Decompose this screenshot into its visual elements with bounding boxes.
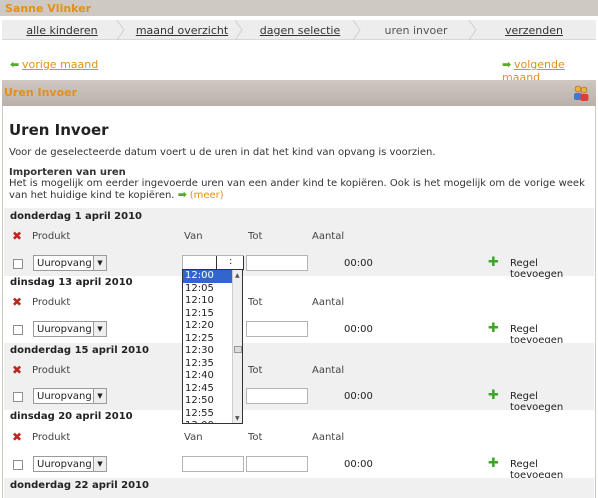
to-time-input[interactable] xyxy=(246,388,308,404)
top-bar: Sanne Vlinker xyxy=(0,0,598,16)
product-select[interactable]: Uuropvang C ▼ xyxy=(33,456,107,472)
day-block: dinsdag 20 april 2010 ✖ Produkt Van Tot … xyxy=(4,410,594,481)
child-name: Sanne Vlinker xyxy=(5,2,92,15)
arrow-right-icon: ➡ xyxy=(502,58,512,71)
scroll-up-icon[interactable]: ▲ xyxy=(235,272,240,279)
breadcrumb-maand-overzicht[interactable]: maand overzicht xyxy=(124,24,240,37)
product-select[interactable]: Uuropvang C ▼ xyxy=(33,388,107,404)
day-block: donderdag 1 april 2010 ✖ Produkt Van Tot… xyxy=(4,208,594,280)
amount-total: 00:00 xyxy=(344,391,373,402)
dropdown-scrollbar[interactable]: ▲ ▼ xyxy=(232,270,242,423)
breadcrumb: alle kinderen maand overzicht dagen sele… xyxy=(2,20,596,40)
from-column-label: Van xyxy=(184,231,203,242)
product-select[interactable]: Uuropvang C ▼ xyxy=(33,321,107,337)
children-icon[interactable] xyxy=(572,84,590,102)
row-checkbox[interactable] xyxy=(13,325,23,335)
amount-column-label: Aantal xyxy=(312,365,345,376)
import-title: Importeren van uren xyxy=(9,167,126,178)
breadcrumb-uren-invoer: uren invoer xyxy=(384,24,448,37)
arrow-right-icon: ➡ xyxy=(177,188,187,201)
more-link[interactable]: (meer) xyxy=(190,190,224,201)
chevron-down-icon: ▼ xyxy=(93,256,106,270)
day-block: donderdag 22 april 2010 xyxy=(4,478,594,498)
to-column-label: Tot xyxy=(248,231,263,242)
scroll-down-icon[interactable]: ▼ xyxy=(235,415,240,422)
day-title: donderdag 22 april 2010 xyxy=(10,480,149,491)
prev-month-link[interactable]: ⬅ vorige maand xyxy=(10,58,98,71)
to-time-input[interactable] xyxy=(246,456,308,472)
day-block: dinsdag 13 april 2010 ✖ Produkt Tot Aant… xyxy=(4,276,594,346)
breadcrumb-verzenden[interactable]: verzenden xyxy=(476,24,592,37)
delete-icon[interactable]: ✖ xyxy=(12,430,22,444)
amount-column-label: Aantal xyxy=(312,231,345,242)
from-time-active-input[interactable]: : xyxy=(216,256,244,270)
to-column-label: Tot xyxy=(248,432,263,443)
chevron-down-icon: ▼ xyxy=(93,389,106,403)
breadcrumb-alle-kinderen[interactable]: alle kinderen xyxy=(2,24,122,37)
section-title: Uren Invoer xyxy=(4,86,78,99)
row-checkbox[interactable] xyxy=(13,460,23,470)
delete-icon[interactable]: ✖ xyxy=(12,363,22,377)
time-input-value: : xyxy=(229,256,233,267)
amount-column-label: Aantal xyxy=(312,432,345,443)
chevron-down-icon: ▼ xyxy=(93,457,106,471)
day-title: donderdag 1 april 2010 xyxy=(10,211,143,222)
chevron-down-icon: ▼ xyxy=(93,322,106,336)
plus-icon[interactable]: ✚ xyxy=(488,255,499,270)
day-title: dinsdag 20 april 2010 xyxy=(10,411,133,422)
to-time-input[interactable] xyxy=(246,321,308,337)
import-description: Het is mogelijk om eerder ingevoerde ure… xyxy=(9,178,585,201)
product-select[interactable]: Uuropvang C ▼ xyxy=(33,255,107,271)
plus-icon[interactable]: ✚ xyxy=(488,388,499,403)
plus-icon[interactable]: ✚ xyxy=(488,321,499,336)
import-text: Het is mogelijk om eerder ingevoerde ure… xyxy=(9,178,589,201)
day-title: donderdag 15 april 2010 xyxy=(10,345,149,356)
breadcrumb-dagen-selectie[interactable]: dagen selectie xyxy=(242,24,358,37)
arrow-left-icon: ⬅ xyxy=(10,58,20,71)
product-column-label: Produkt xyxy=(32,432,71,443)
day-block: donderdag 15 april 2010 ✖ Produkt Tot Aa… xyxy=(4,343,594,413)
plus-icon[interactable]: ✚ xyxy=(488,456,499,471)
amount-column-label: Aantal xyxy=(312,297,345,308)
section-header: Uren Invoer xyxy=(2,80,596,106)
scroll-thumb[interactable] xyxy=(234,346,242,353)
delete-icon[interactable]: ✖ xyxy=(12,229,22,243)
amount-total: 00:00 xyxy=(344,324,373,335)
row-checkbox[interactable] xyxy=(13,392,23,402)
to-column-label: Tot xyxy=(248,365,263,376)
from-column-label: Van xyxy=(184,432,203,443)
prev-month-label: vorige maand xyxy=(22,58,99,71)
delete-icon[interactable]: ✖ xyxy=(12,295,22,309)
page-title: Uren Invoer xyxy=(9,121,109,139)
intro-text: Voor de geselecteerde datum voert u de u… xyxy=(9,147,436,158)
amount-total: 00:00 xyxy=(344,459,373,470)
product-column-label: Produkt xyxy=(32,365,71,376)
from-time-input[interactable] xyxy=(182,456,244,472)
day-title: dinsdag 13 april 2010 xyxy=(10,277,133,288)
product-column-label: Produkt xyxy=(32,231,71,242)
product-column-label: Produkt xyxy=(32,297,71,308)
to-column-label: Tot xyxy=(248,297,263,308)
amount-total: 00:00 xyxy=(344,258,373,269)
time-dropdown-list[interactable]: 12:00 12:05 12:10 12:15 12:20 12:25 12:30 12:35… xyxy=(182,269,243,424)
to-time-input[interactable] xyxy=(246,255,308,271)
row-checkbox[interactable] xyxy=(13,259,23,269)
